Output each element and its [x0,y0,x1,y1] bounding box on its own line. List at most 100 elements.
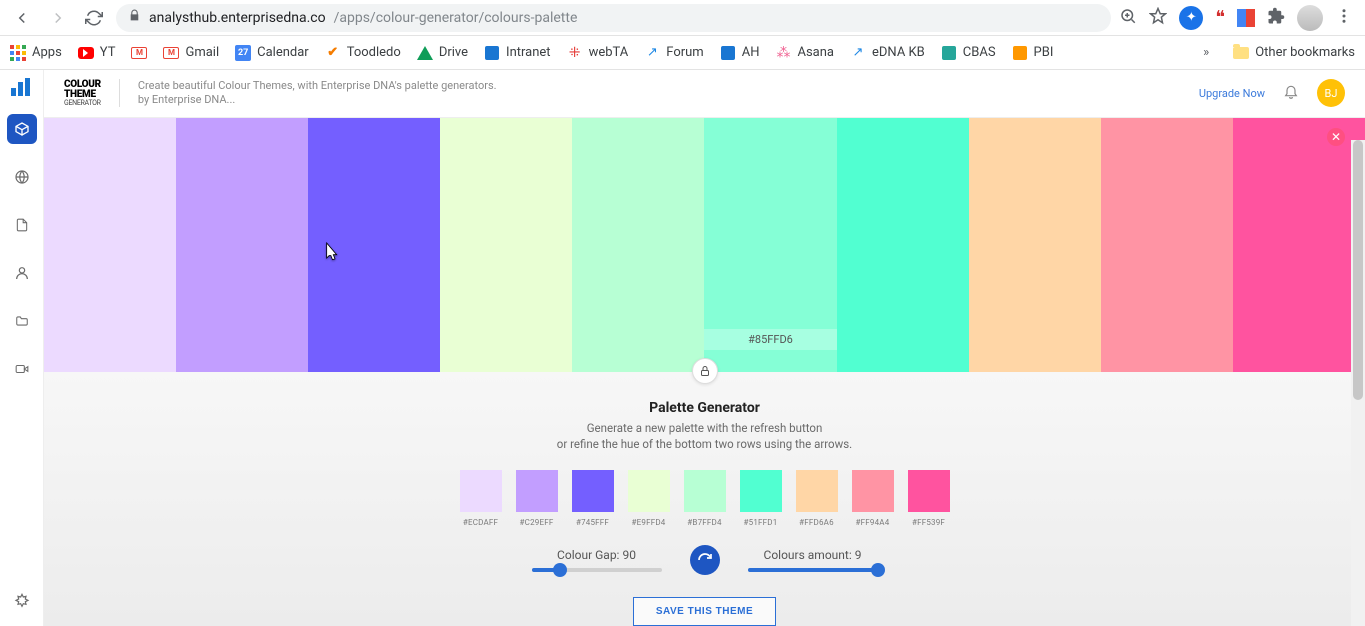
swatch-hex-label: #FF94A4 [856,518,890,527]
bookmark-icon [1012,45,1028,61]
chrome-menu-icon[interactable] [1335,7,1353,29]
bookmark-label: Apps [32,45,62,60]
notifications-icon[interactable] [1283,83,1299,103]
refresh-button[interactable] [690,545,720,575]
bookmark-label: YT [100,45,116,60]
bookmark-label: PBI [1034,45,1054,60]
rail-item-document[interactable] [7,210,37,240]
chrome-profile-avatar[interactable] [1297,5,1323,31]
colour-gap-slider[interactable] [532,568,662,572]
swatch-hex-label: #E9FFD4 [632,518,666,527]
bookmark-item[interactable]: ↗Forum [644,45,703,61]
palette-column[interactable] [837,118,969,372]
bookmark-item[interactable]: Drive [417,45,468,61]
swatch-item: #745FFF [572,470,614,527]
scrollbar-thumb[interactable] [1353,140,1363,400]
bookmark-item[interactable]: Apps [10,45,62,61]
bookmark-item[interactable]: ⁜webTA [567,45,629,61]
palette-column[interactable] [572,118,704,372]
rail-item-palette[interactable] [7,114,37,144]
bookmark-item[interactable]: ⁂Asana [775,45,834,61]
swatch[interactable] [908,470,950,512]
generator-subtitle: Generate a new palette with the refresh … [44,420,1365,452]
bookmark-item[interactable]: M [131,45,147,61]
colours-amount-slider[interactable] [748,568,878,572]
palette-column[interactable] [1233,118,1365,372]
bookmark-icon: M [131,45,147,61]
palette-column[interactable]: #85FFD6 [704,118,836,372]
swatch[interactable] [572,470,614,512]
bookmark-label: Calendar [257,45,309,60]
save-theme-button[interactable]: SAVE THIS THEME [633,597,776,626]
logo-sub: GENERATOR [64,99,101,107]
bookmark-label: Toodledo [347,45,401,60]
subtitle-line2: or refine the hue of the bottom two rows… [44,436,1365,452]
bookmark-icon [417,45,433,61]
bookmark-label: Intranet [506,45,551,60]
extensions-menu-icon[interactable] [1267,7,1285,29]
swatch[interactable] [852,470,894,512]
swatch[interactable] [796,470,838,512]
bookmarks-overflow-icon[interactable]: » [1203,45,1217,60]
generator-panel: Palette Generator Generate a new palette… [44,372,1365,626]
swatch-hex-label: #C29EFF [520,518,554,527]
user-avatar[interactable]: BJ [1317,79,1345,107]
bookmark-item[interactable]: MGmail [163,45,219,61]
bookmark-item[interactable]: AH [720,45,760,61]
swatch-hex-label: #ECDAFF [463,518,498,527]
url-bar[interactable]: analysthub.enterprisedna.co/apps/colour-… [116,4,1111,32]
palette-column[interactable] [44,118,176,372]
bookmark-item[interactable]: ↗eDNA KB [850,45,925,61]
bookmark-icon [484,45,500,61]
rail-item-video[interactable] [7,354,37,384]
nav-back-button[interactable] [8,4,36,32]
swatch-hex-label: #51FFD1 [744,518,778,527]
zoom-icon[interactable] [1119,7,1137,29]
controls-row: Colour Gap: 90 Colours amount: 9 [44,545,1365,575]
bookmark-item[interactable]: PBI [1012,45,1054,61]
lock-icon[interactable] [692,358,718,384]
bookmark-item[interactable]: Intranet [484,45,551,61]
swatch-item: #51FFD1 [740,470,782,527]
app-header: COLOUR THEME GENERATOR Create beautiful … [44,70,1365,118]
swatch-hex-label: #B7FFD4 [687,518,721,527]
bookmark-icon [941,45,957,61]
close-icon[interactable]: ✕ [1327,128,1345,146]
swatch-item: #FF94A4 [852,470,894,527]
swatch[interactable] [628,470,670,512]
bookmark-item[interactable]: 27Calendar [235,45,309,61]
extension-icon[interactable]: ✦ [1179,6,1203,30]
palette-column[interactable] [969,118,1101,372]
nav-reload-button[interactable] [80,4,108,32]
rail-logo-icon[interactable] [11,78,33,96]
upgrade-link[interactable]: Upgrade Now [1199,87,1265,100]
rail-item-folder[interactable] [7,306,37,336]
favorite-icon[interactable] [1149,7,1167,29]
swatch[interactable] [684,470,726,512]
rail-item-settings[interactable] [7,586,37,616]
app-logo[interactable]: COLOUR THEME GENERATOR [64,80,101,107]
extension-icon-2[interactable]: ❝ [1215,7,1225,28]
bookmark-item[interactable]: CBAS [941,45,996,61]
bookmark-item[interactable]: YT [78,45,116,61]
swatch[interactable] [460,470,502,512]
nav-forward-button[interactable] [44,4,72,32]
bookmark-icon [720,45,736,61]
palette-column[interactable] [440,118,572,372]
swatch[interactable] [740,470,782,512]
rail-item-globe[interactable] [7,162,37,192]
palette-column[interactable] [1101,118,1233,372]
bookmark-item[interactable]: ✔Toodledo [325,45,401,61]
swatch-item: #B7FFD4 [684,470,726,527]
scrollbar[interactable] [1351,140,1365,626]
extension-icon-3[interactable] [1237,9,1255,27]
swatch[interactable] [516,470,558,512]
other-bookmarks[interactable]: Other bookmarks [1233,45,1355,60]
swatch-hex-label: #FFD6A6 [799,518,834,527]
other-bookmarks-label: Other bookmarks [1255,45,1355,60]
rail-item-user[interactable] [7,258,37,288]
bookmark-icon: ↗ [644,45,660,61]
palette-column[interactable] [308,118,440,372]
palette-column[interactable] [176,118,308,372]
generator-title: Palette Generator [44,400,1365,416]
